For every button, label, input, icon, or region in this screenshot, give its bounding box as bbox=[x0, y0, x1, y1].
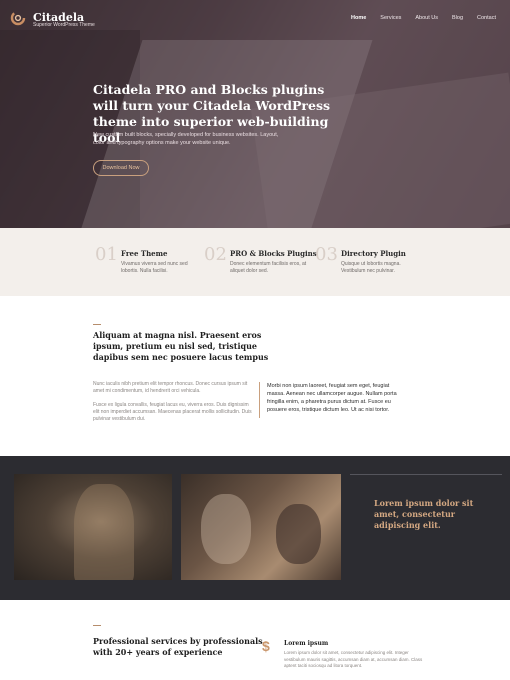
services-section: Professional services by professionals w… bbox=[0, 600, 510, 680]
section-divider bbox=[93, 324, 101, 325]
feature-number: 02 bbox=[204, 244, 227, 265]
about-quote: Morbi non ipsum laoreet, feugiat sem ege… bbox=[267, 383, 397, 413]
nav-about-us[interactable]: About Us bbox=[415, 15, 438, 21]
gallery-image-portrait bbox=[14, 474, 172, 580]
service-item-text: Lorem ipsum dolor sit amet, consectetur … bbox=[284, 650, 423, 668]
feature-title: Free Theme bbox=[121, 249, 168, 258]
gallery-heading: Lorem ipsum dolor sit amet, consectetur … bbox=[374, 498, 474, 530]
hero-subtitle: New custom built blocks, specially devel… bbox=[93, 132, 279, 146]
quote-bar bbox=[259, 382, 260, 418]
nav-home[interactable]: Home bbox=[351, 15, 366, 21]
nav-blog[interactable]: Blog bbox=[452, 15, 463, 21]
feature-title: PRO & Blocks Plugins bbox=[230, 249, 317, 258]
feature-pro-blocks: 02 PRO & Blocks Plugins Donec elementum … bbox=[204, 244, 317, 284]
feature-directory-plugin: 03 Directory Plugin Quisque ut lobortis … bbox=[315, 244, 425, 284]
nav-services[interactable]: Services bbox=[380, 15, 401, 21]
about-section: Aliquam at magna nisl. Praesent eros ips… bbox=[0, 296, 510, 456]
feature-number: 01 bbox=[95, 244, 118, 265]
gallery-image-team bbox=[181, 474, 341, 580]
citadela-logo-icon[interactable] bbox=[10, 10, 26, 26]
site-header: Citadela Superior WordPress Theme Home S… bbox=[0, 0, 510, 36]
section-divider bbox=[350, 474, 502, 475]
hero-section: Citadela Superior WordPress Theme Home S… bbox=[0, 0, 510, 228]
download-now-button[interactable]: Download Now bbox=[93, 160, 149, 176]
main-nav: Home Services About Us Blog Contact bbox=[351, 15, 496, 21]
about-title: Aliquam at magna nisl. Praesent eros ips… bbox=[93, 330, 269, 362]
section-divider bbox=[93, 625, 101, 626]
feature-description: Vivamus viverra sed nunc sed lobortis. N… bbox=[121, 261, 188, 274]
feature-number: 03 bbox=[315, 244, 338, 265]
about-paragraph: Fusce ex ligula convallis, feugiat lacus… bbox=[93, 402, 252, 422]
features-section: 01 Free Theme Vivamus viverra sed nunc s… bbox=[0, 228, 510, 296]
feature-description: Quisque ut lobortis magna. Vestibulum ne… bbox=[341, 261, 401, 274]
nav-contact[interactable]: Contact bbox=[477, 15, 496, 21]
services-title: Professional services by professionals w… bbox=[93, 636, 263, 657]
feature-description: Donec elementum facilisis eros, at aliqu… bbox=[230, 261, 307, 274]
service-item-title: Lorem ipsum bbox=[284, 640, 329, 647]
about-paragraph: Nunc iaculis nibh pretium elit tempor rh… bbox=[93, 381, 248, 394]
gallery-section: Lorem ipsum dolor sit amet, consectetur … bbox=[0, 456, 510, 600]
feature-free-theme: 01 Free Theme Vivamus viverra sed nunc s… bbox=[95, 244, 205, 284]
feature-title: Directory Plugin bbox=[341, 249, 406, 258]
site-tagline: Superior WordPress Theme bbox=[33, 22, 95, 28]
dollar-icon: $ bbox=[262, 638, 270, 654]
